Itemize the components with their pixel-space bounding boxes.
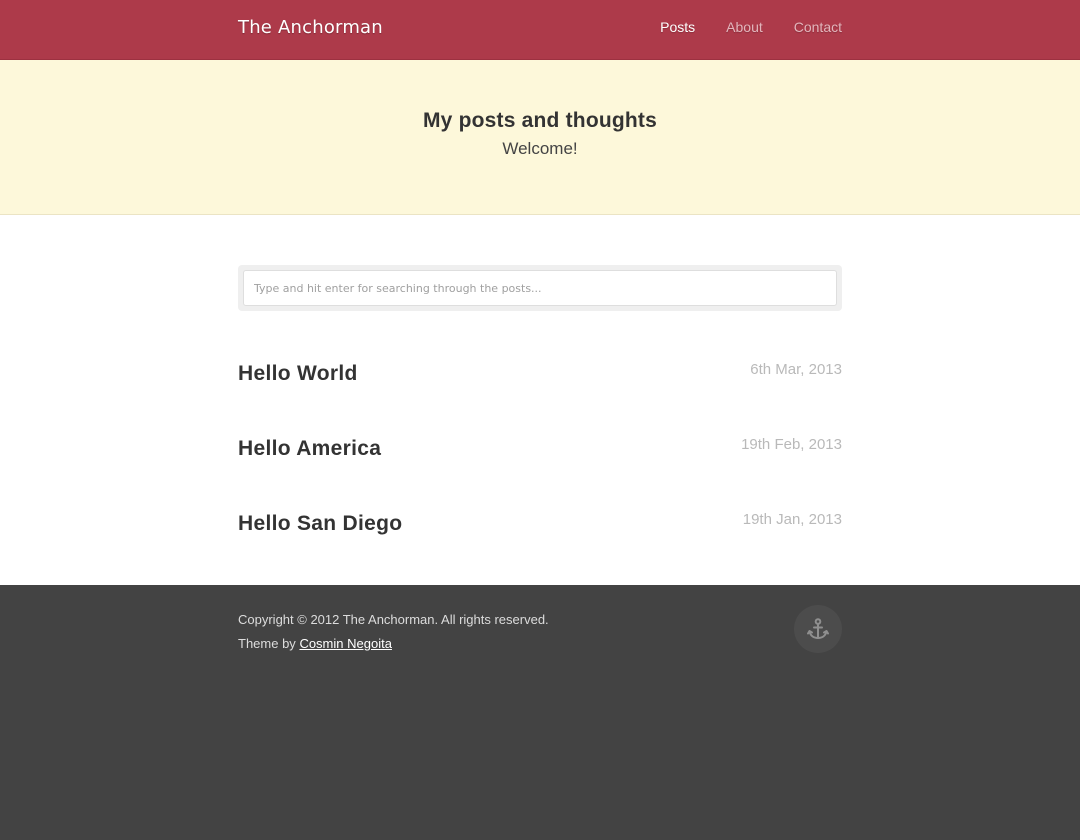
post-title-link[interactable]: Hello America: [238, 437, 381, 461]
post-date: 19th Jan, 2013: [742, 511, 842, 528]
theme-credit-prefix: Theme by: [238, 636, 296, 651]
page-subtitle: Welcome!: [502, 139, 578, 158]
search-input[interactable]: [243, 270, 837, 306]
list-item: Hello San Diego 19th Jan, 2013: [238, 505, 842, 580]
nav-item-contact[interactable]: Contact: [794, 19, 842, 35]
post-title-link[interactable]: Hello San Diego: [238, 512, 402, 536]
main-nav: Posts About Contact: [660, 19, 842, 35]
copyright-text: Copyright © 2012 The Anchorman. All righ…: [238, 612, 549, 627]
anchor-icon: [807, 618, 829, 639]
back-to-top-button[interactable]: [794, 605, 842, 653]
hero-banner: My posts and thoughts Welcome!: [0, 60, 1080, 215]
theme-author-link[interactable]: Cosmin Negoita: [299, 636, 392, 651]
post-date: 19th Feb, 2013: [741, 436, 842, 453]
site-footer: Copyright © 2012 The Anchorman. All righ…: [0, 585, 1080, 840]
list-item: Hello America 19th Feb, 2013: [238, 430, 842, 505]
theme-credit: Theme by Cosmin Negoita: [238, 632, 842, 656]
brand-link[interactable]: The Anchorman: [238, 17, 383, 38]
nav-item-about[interactable]: About: [726, 19, 763, 35]
post-list: Hello World 6th Mar, 2013 Hello America …: [238, 355, 842, 580]
search-box: [238, 265, 842, 311]
main-content: Hello World 6th Mar, 2013 Hello America …: [0, 215, 1080, 585]
nav-item-posts[interactable]: Posts: [660, 19, 695, 35]
post-date: 6th Mar, 2013: [750, 361, 842, 378]
list-item: Hello World 6th Mar, 2013: [238, 355, 842, 430]
site-header: The Anchorman Posts About Contact: [0, 0, 1080, 60]
post-title-link[interactable]: Hello World: [238, 362, 358, 386]
page-title: My posts and thoughts: [422, 109, 658, 132]
